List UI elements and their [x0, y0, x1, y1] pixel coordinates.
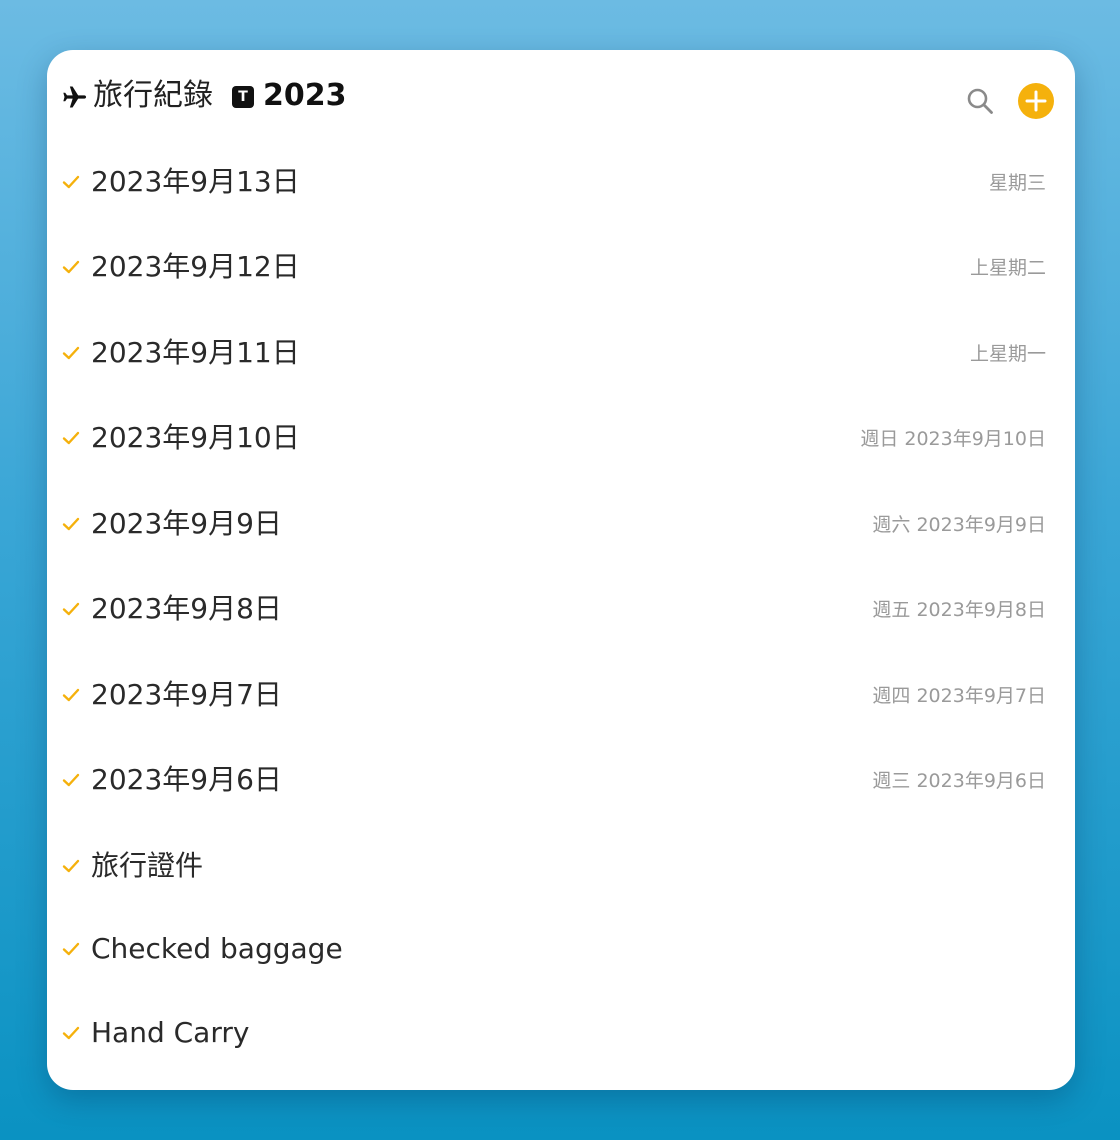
- list-year: 2023: [263, 78, 347, 113]
- list-item[interactable]: 2023年9月11日 上星期一: [47, 312, 1075, 396]
- list-item[interactable]: 2023年9月10日 週日 2023年9月10日: [47, 397, 1075, 481]
- list-item-label: 2023年9月10日: [91, 421, 300, 454]
- tag-icon: T: [232, 86, 254, 108]
- list-item[interactable]: 2023年9月7日 週四 2023年9月7日: [47, 654, 1075, 738]
- list-item-label: 旅行證件: [91, 849, 204, 882]
- list-item[interactable]: 2023年9月6日 週三 2023年9月6日: [47, 739, 1075, 823]
- list-item[interactable]: 2023年9月13日 星期三: [47, 141, 1075, 225]
- list-item-date: 上星期二: [969, 257, 1046, 279]
- list-item-label: Checked baggage: [91, 932, 343, 965]
- list-card: 旅行紀錄 T 2023 2023年9月13日 星期三 2023年9月12日 上星…: [47, 50, 1075, 1090]
- list-header: 旅行紀錄 T 2023: [47, 50, 1075, 150]
- list-title: 旅行紀錄: [93, 78, 213, 113]
- search-icon[interactable]: [965, 86, 995, 116]
- list-item[interactable]: 2023年9月12日 上星期二: [47, 226, 1075, 310]
- list-item-date: 週五 2023年9月8日: [872, 599, 1046, 621]
- list-item-label: 2023年9月11日: [91, 336, 300, 369]
- checkmark-icon: [62, 175, 80, 189]
- checkmark-icon: [62, 431, 80, 445]
- airplane-icon: [63, 86, 87, 108]
- list-item-date: 週三 2023年9月6日: [872, 770, 1046, 792]
- checkmark-icon: [62, 602, 80, 616]
- list-item-label: 2023年9月13日: [91, 165, 300, 198]
- checkmark-icon: [62, 1026, 80, 1040]
- list-item[interactable]: Checked baggage: [47, 908, 1075, 992]
- add-button[interactable]: [1018, 83, 1054, 119]
- checkmark-icon: [62, 346, 80, 360]
- list-item-date: 星期三: [988, 172, 1046, 194]
- list-item-label: 2023年9月12日: [91, 250, 300, 283]
- checkmark-icon: [62, 942, 80, 956]
- list-item-date: 週六 2023年9月9日: [872, 514, 1046, 536]
- list-item[interactable]: 2023年9月9日 週六 2023年9月9日: [47, 483, 1075, 567]
- list-item[interactable]: 旅行證件: [47, 825, 1075, 909]
- checkmark-icon: [62, 517, 80, 531]
- checkmark-icon: [62, 859, 80, 873]
- plus-icon: [1025, 90, 1047, 112]
- list-item-label: 2023年9月7日: [91, 678, 282, 711]
- checkmark-icon: [62, 688, 80, 702]
- list-item-date: 週日 2023年9月10日: [860, 428, 1046, 450]
- list-item-label: 2023年9月6日: [91, 763, 282, 796]
- list-item-date: 週四 2023年9月7日: [872, 685, 1046, 707]
- checkmark-icon: [62, 260, 80, 274]
- list-item-label: 2023年9月8日: [91, 592, 282, 625]
- list-item[interactable]: Hand Carry: [47, 992, 1075, 1076]
- list-item-label: 2023年9月9日: [91, 507, 282, 540]
- checkmark-icon: [62, 773, 80, 787]
- list-item-date: 上星期一: [969, 343, 1046, 365]
- list-item-label: Hand Carry: [91, 1016, 250, 1049]
- list-item[interactable]: 2023年9月8日 週五 2023年9月8日: [47, 568, 1075, 652]
